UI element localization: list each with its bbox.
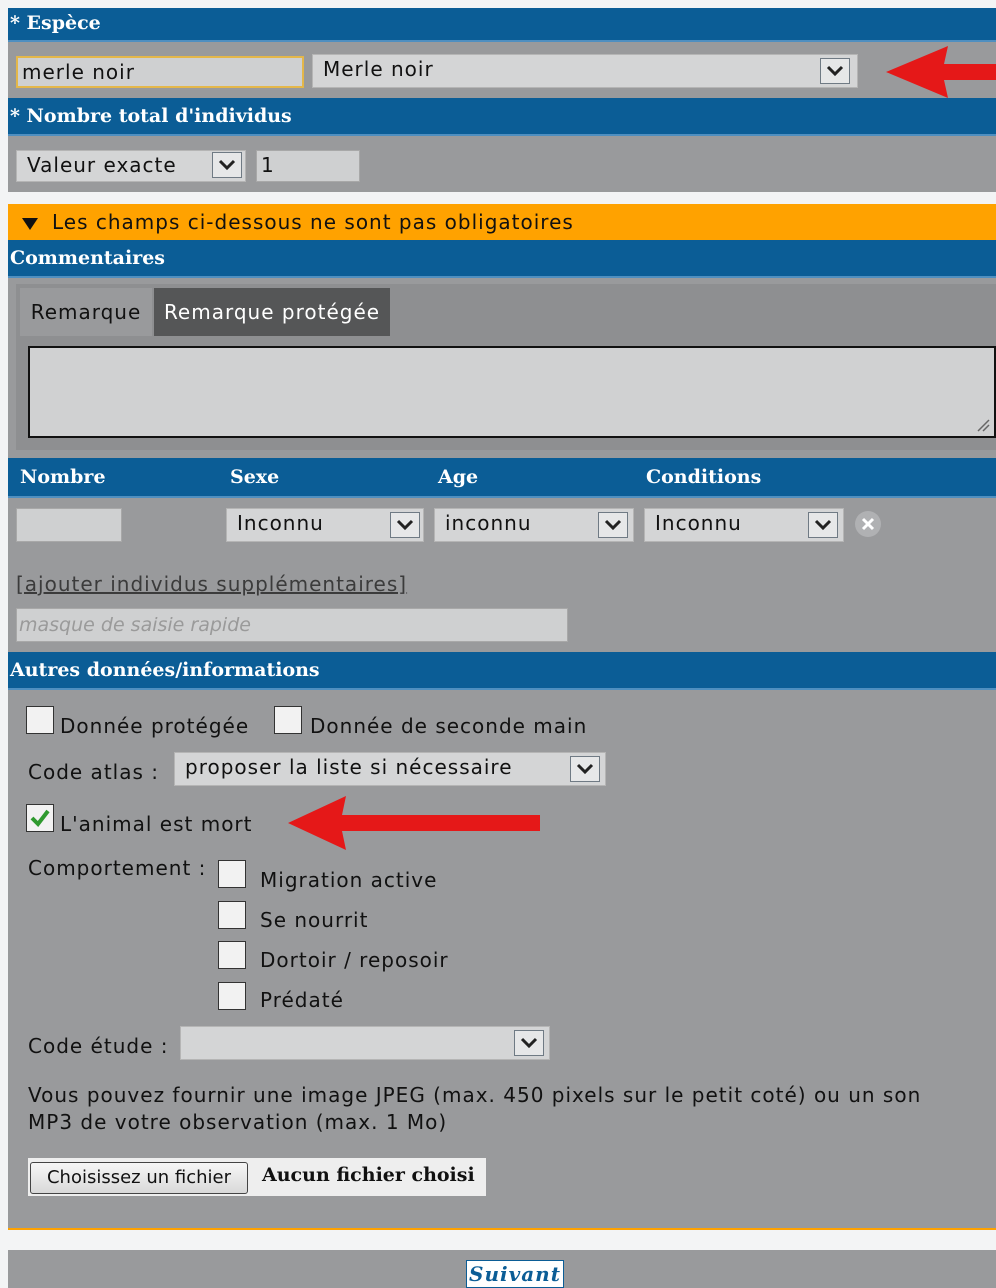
- code-etude-dropdown-button[interactable]: [514, 1030, 544, 1056]
- sexe-dropdown-button[interactable]: [390, 512, 420, 538]
- dortoir-label: Dortoir / reposoir: [260, 948, 449, 972]
- code-atlas-label: Code atlas :: [28, 760, 159, 784]
- animal-mort-checkbox[interactable]: [26, 804, 54, 832]
- comportement-label: Comportement :: [28, 856, 207, 880]
- se-nourrit-checkbox[interactable]: [218, 901, 246, 929]
- individus-header: [8, 458, 996, 498]
- add-individuals-link[interactable]: [ajouter individus supplémentaires]: [16, 572, 407, 596]
- migration-active-checkbox[interactable]: [218, 860, 246, 888]
- optional-fields-label: Les champs ci-dessous ne sont pas obliga…: [52, 210, 574, 234]
- count-mode-dropdown-button[interactable]: [212, 152, 242, 178]
- remove-row-icon[interactable]: [854, 510, 882, 538]
- upload-help-text: Vous pouvez fournir une image JPEG (max.…: [28, 1083, 922, 1134]
- code-atlas-dropdown-button[interactable]: [570, 756, 600, 782]
- file-status-text: Aucun fichier choisi: [262, 1164, 475, 1186]
- predate-label: Prédaté: [260, 988, 344, 1012]
- se-nourrit-label: Se nourrit: [260, 908, 369, 932]
- code-etude-select[interactable]: [180, 1026, 550, 1060]
- column-conditions: Conditions: [646, 466, 762, 488]
- espece-dropdown-button[interactable]: [820, 58, 850, 84]
- commentaires-header: Commentaires: [8, 240, 996, 278]
- column-nombre: Nombre: [20, 466, 106, 488]
- tab-remarque[interactable]: Remarque: [20, 288, 152, 336]
- chevron-down-icon: [826, 65, 844, 77]
- seconde-main-checkbox[interactable]: [274, 706, 302, 734]
- migration-active-label: Migration active: [260, 868, 438, 892]
- chevron-down-icon: [520, 1037, 538, 1049]
- age-dropdown-button[interactable]: [598, 512, 628, 538]
- espece-header: * Espèce: [8, 8, 996, 42]
- optional-fields-banner[interactable]: Les champs ci-dessous ne sont pas obliga…: [8, 204, 996, 240]
- conditions-dropdown-button[interactable]: [808, 512, 838, 538]
- autres-header: Autres données/informations: [8, 652, 996, 690]
- individus-nombre-input[interactable]: [16, 508, 122, 542]
- seconde-main-label: Donnée de seconde main: [310, 714, 588, 738]
- espece-search-input[interactable]: merle noir: [16, 56, 304, 88]
- espece-select[interactable]: Merle noir: [312, 54, 858, 88]
- chevron-down-icon: [576, 763, 594, 775]
- count-input[interactable]: 1: [256, 150, 360, 182]
- column-sexe: Sexe: [230, 466, 280, 488]
- chevron-down-icon: [218, 159, 236, 171]
- dortoir-checkbox[interactable]: [218, 941, 246, 969]
- checkmark-icon: [30, 809, 50, 828]
- column-age: Age: [438, 466, 479, 488]
- chevron-down-icon: [396, 519, 414, 531]
- chevron-down-icon: [814, 519, 832, 531]
- code-atlas-select[interactable]: proposer la liste si nécessaire: [174, 752, 606, 786]
- animal-mort-label: L'animal est mort: [60, 812, 253, 836]
- choose-file-button[interactable]: Choisissez un fichier: [30, 1162, 248, 1194]
- red-arrow-dead: [288, 796, 540, 850]
- nombre-total-header: * Nombre total d'individus: [8, 98, 996, 136]
- resize-grip-icon[interactable]: [976, 418, 990, 432]
- remarque-textarea[interactable]: [28, 346, 996, 438]
- quick-entry-mask-input[interactable]: [16, 608, 568, 642]
- donnee-protegee-checkbox[interactable]: [26, 706, 54, 734]
- tab-remarque-protegee[interactable]: Remarque protégée: [154, 288, 390, 336]
- donnee-protegee-label: Donnée protégée: [60, 714, 250, 738]
- predate-checkbox[interactable]: [218, 982, 246, 1010]
- triangle-down-icon: [22, 217, 38, 230]
- code-etude-label: Code étude :: [28, 1034, 169, 1058]
- next-button[interactable]: Suivant: [466, 1260, 564, 1288]
- red-arrow-species: [886, 46, 996, 98]
- orange-divider: [8, 1228, 996, 1230]
- chevron-down-icon: [604, 519, 622, 531]
